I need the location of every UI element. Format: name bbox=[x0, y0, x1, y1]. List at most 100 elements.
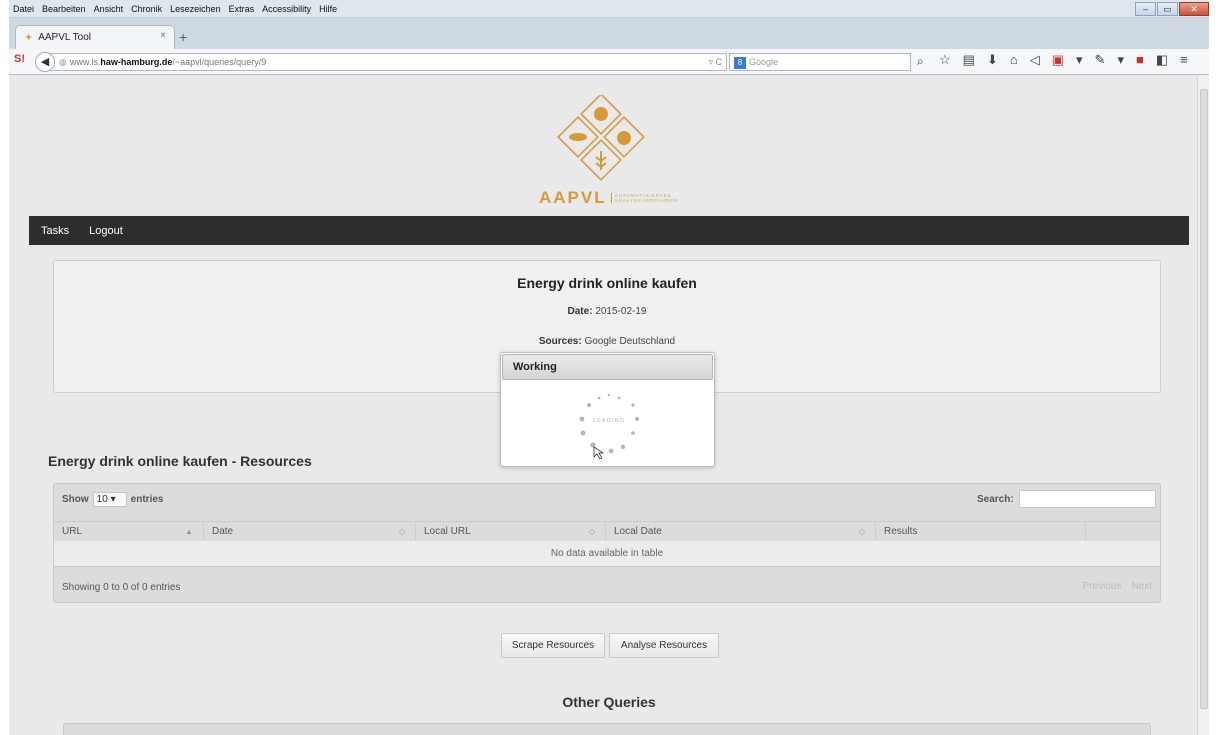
tab-title: AAPVL Tool bbox=[38, 32, 92, 43]
column-local-url[interactable]: Local URL ◇ bbox=[416, 522, 606, 542]
navigation-bar: S! ◍ www.ls.haw-hamburg.de/~aapvl/queries… bbox=[9, 49, 1209, 75]
bookmarks-list-icon[interactable]: ▤ bbox=[963, 52, 975, 68]
working-dialog: Working LOADING bbox=[500, 352, 715, 467]
entries-select[interactable]: 10 ▾ bbox=[92, 492, 127, 507]
sort-icon: ◇ bbox=[588, 527, 595, 536]
empty-table-row: No data available in table bbox=[54, 541, 1160, 567]
reload-icon[interactable]: ▿ C bbox=[708, 54, 722, 70]
query-title: Energy drink online kaufen bbox=[517, 275, 697, 291]
sort-icon: ◇ bbox=[398, 527, 405, 536]
window-controls: – ▭ ✕ bbox=[1135, 2, 1209, 16]
table-header: URL ▲ Date ◇ Local URL ◇ Local Date ◇ Result… bbox=[54, 521, 1160, 542]
column-local-url-label: Local URL bbox=[424, 526, 471, 537]
nav-tasks-link[interactable]: Tasks bbox=[41, 225, 69, 237]
column-local-date-label: Local Date bbox=[614, 526, 662, 537]
menu-bearbeiten[interactable]: Bearbeiten bbox=[38, 4, 90, 14]
url-host: haw-hamburg.de bbox=[100, 57, 173, 67]
browser-window: Datei Bearbeiten Ansicht Chronik Lesezei… bbox=[9, 0, 1209, 735]
logo-text: AAPVL AUTOMATISIERTES ANALYSEVERFAHREN bbox=[539, 188, 678, 208]
search-icon[interactable]: ⌕ bbox=[917, 54, 924, 69]
table-search-label: Search: bbox=[977, 494, 1014, 505]
maximize-button[interactable]: ▭ bbox=[1157, 2, 1178, 16]
menu-chronik[interactable]: Chronik bbox=[127, 4, 166, 14]
column-results-label: Results bbox=[884, 526, 918, 537]
menu-accessibility[interactable]: Accessibility bbox=[258, 4, 315, 14]
browser-tab[interactable]: ✦ AAPVL Tool × bbox=[15, 25, 175, 49]
mouse-cursor-icon bbox=[593, 446, 605, 459]
sort-icon: ◇ bbox=[858, 527, 865, 536]
menu-icon[interactable]: ≡ bbox=[1180, 52, 1188, 68]
date-value: 2015-02-19 bbox=[595, 306, 647, 317]
url-path: /~aapvl/queries/query/9 bbox=[172, 57, 267, 67]
menu-ansicht[interactable]: Ansicht bbox=[90, 4, 128, 14]
column-date-label: Date bbox=[212, 526, 234, 537]
next-button[interactable]: Next bbox=[1131, 581, 1152, 592]
column-local-date[interactable]: Local Date ◇ bbox=[606, 522, 876, 542]
aapvl-favicon-icon: ✦ bbox=[24, 32, 34, 44]
table-search-input[interactable] bbox=[1019, 490, 1156, 508]
search-engine-icon[interactable]: 8 bbox=[734, 57, 746, 69]
dropdown-icon-2[interactable]: ▾ bbox=[1117, 52, 1124, 68]
show-label: Show bbox=[62, 494, 89, 505]
globe-icon: ◍ bbox=[59, 57, 67, 67]
search-placeholder: Google bbox=[749, 57, 779, 67]
scrape-resources-button[interactable]: Scrape Resources bbox=[501, 633, 605, 658]
table-info: Showing 0 to 0 of 0 entries bbox=[62, 582, 181, 593]
menu-hilfe[interactable]: Hilfe bbox=[315, 4, 341, 14]
loading-spinner-icon: LOADING bbox=[579, 393, 639, 459]
logo-word: AAPVL bbox=[539, 188, 607, 207]
addon-icon[interactable]: ✎ bbox=[1095, 52, 1106, 68]
scrollbar-thumb[interactable] bbox=[1200, 89, 1208, 709]
column-url[interactable]: URL ▲ bbox=[54, 522, 204, 542]
resources-heading: Energy drink online kaufen - Resources bbox=[48, 453, 312, 469]
page-content: AAPVL AUTOMATISIERTES ANALYSEVERFAHREN T… bbox=[9, 75, 1209, 735]
query-sources: Sources: Google Deutschland bbox=[54, 336, 1160, 347]
dropdown-icon[interactable]: ▾ bbox=[1076, 52, 1083, 68]
page-scrollbar[interactable] bbox=[1197, 75, 1209, 735]
toolbar-icons: ☆ ▤ ⬇ ⌂ ◁ ▣ ▾ ✎ ▾ ■ ◧ ≡ bbox=[939, 52, 1188, 68]
url-bar[interactable]: ◍ www.ls.haw-hamburg.de/~aapvl/queries/qu… bbox=[45, 53, 727, 71]
resources-table-wrapper: Show 10 ▾ entries Search: URL ▲ Date ◇ Loc… bbox=[53, 483, 1161, 603]
query-date: Date: 2015-02-19 bbox=[54, 306, 1160, 317]
analyse-resources-button[interactable]: Analyse Resources bbox=[609, 633, 719, 658]
nav-logout-link[interactable]: Logout bbox=[89, 225, 123, 237]
extension-icon[interactable]: ◧ bbox=[1156, 52, 1168, 68]
sources-label: Sources: bbox=[538, 336, 582, 347]
addon-s-icon[interactable]: S! bbox=[14, 53, 30, 69]
top-navigation: Tasks Logout bbox=[29, 216, 1189, 245]
column-results[interactable]: Results bbox=[876, 522, 1086, 542]
tab-close-icon[interactable]: × bbox=[160, 30, 166, 41]
tab-bar: ✦ AAPVL Tool × + bbox=[9, 18, 1209, 49]
entries-select-value: 10 bbox=[96, 494, 108, 505]
logo-subtitle: AUTOMATISIERTES ANALYSEVERFAHREN bbox=[610, 193, 678, 203]
window-close-button[interactable]: ✕ bbox=[1179, 2, 1209, 16]
previous-button[interactable]: Previous bbox=[1083, 581, 1122, 592]
menu-datei[interactable]: Datei bbox=[9, 4, 38, 14]
back-button[interactable]: ◀ bbox=[35, 52, 55, 72]
entries-length-control: Show 10 ▾ entries bbox=[62, 492, 163, 507]
new-tab-button[interactable]: + bbox=[179, 29, 187, 45]
date-label: Date: bbox=[567, 306, 593, 317]
column-url-label: URL bbox=[62, 526, 83, 537]
download-icon[interactable]: ⬇ bbox=[987, 52, 998, 68]
other-queries-heading: Other Queries bbox=[562, 694, 656, 710]
sources-value: Google Deutschland bbox=[584, 336, 676, 347]
minimize-button[interactable]: – bbox=[1135, 2, 1156, 16]
menu-extras[interactable]: Extras bbox=[225, 4, 259, 14]
column-date[interactable]: Date ◇ bbox=[204, 522, 416, 542]
sort-asc-icon: ▲ bbox=[185, 527, 193, 536]
working-dialog-title: Working bbox=[502, 354, 713, 380]
pagination: Previous Next bbox=[1083, 581, 1152, 592]
menu-lesezeichen[interactable]: Lesezeichen bbox=[166, 4, 225, 14]
home-icon[interactable]: ⌂ bbox=[1010, 52, 1018, 68]
menu-bar: Datei Bearbeiten Ansicht Chronik Lesezei… bbox=[9, 0, 1209, 18]
search-bar[interactable]: 8 Google bbox=[729, 53, 911, 71]
pocket-icon[interactable]: ◁ bbox=[1030, 52, 1040, 68]
addon-s-red-icon[interactable]: ▣ bbox=[1052, 52, 1064, 68]
bookmark-star-icon[interactable]: ☆ bbox=[939, 52, 951, 68]
entries-label: entries bbox=[130, 494, 164, 505]
addon-red-square-icon[interactable]: ■ bbox=[1136, 52, 1144, 68]
other-queries-table-wrapper bbox=[63, 723, 1151, 735]
url-prefix: www.ls. bbox=[69, 57, 101, 67]
loading-text: LOADING bbox=[592, 418, 625, 424]
